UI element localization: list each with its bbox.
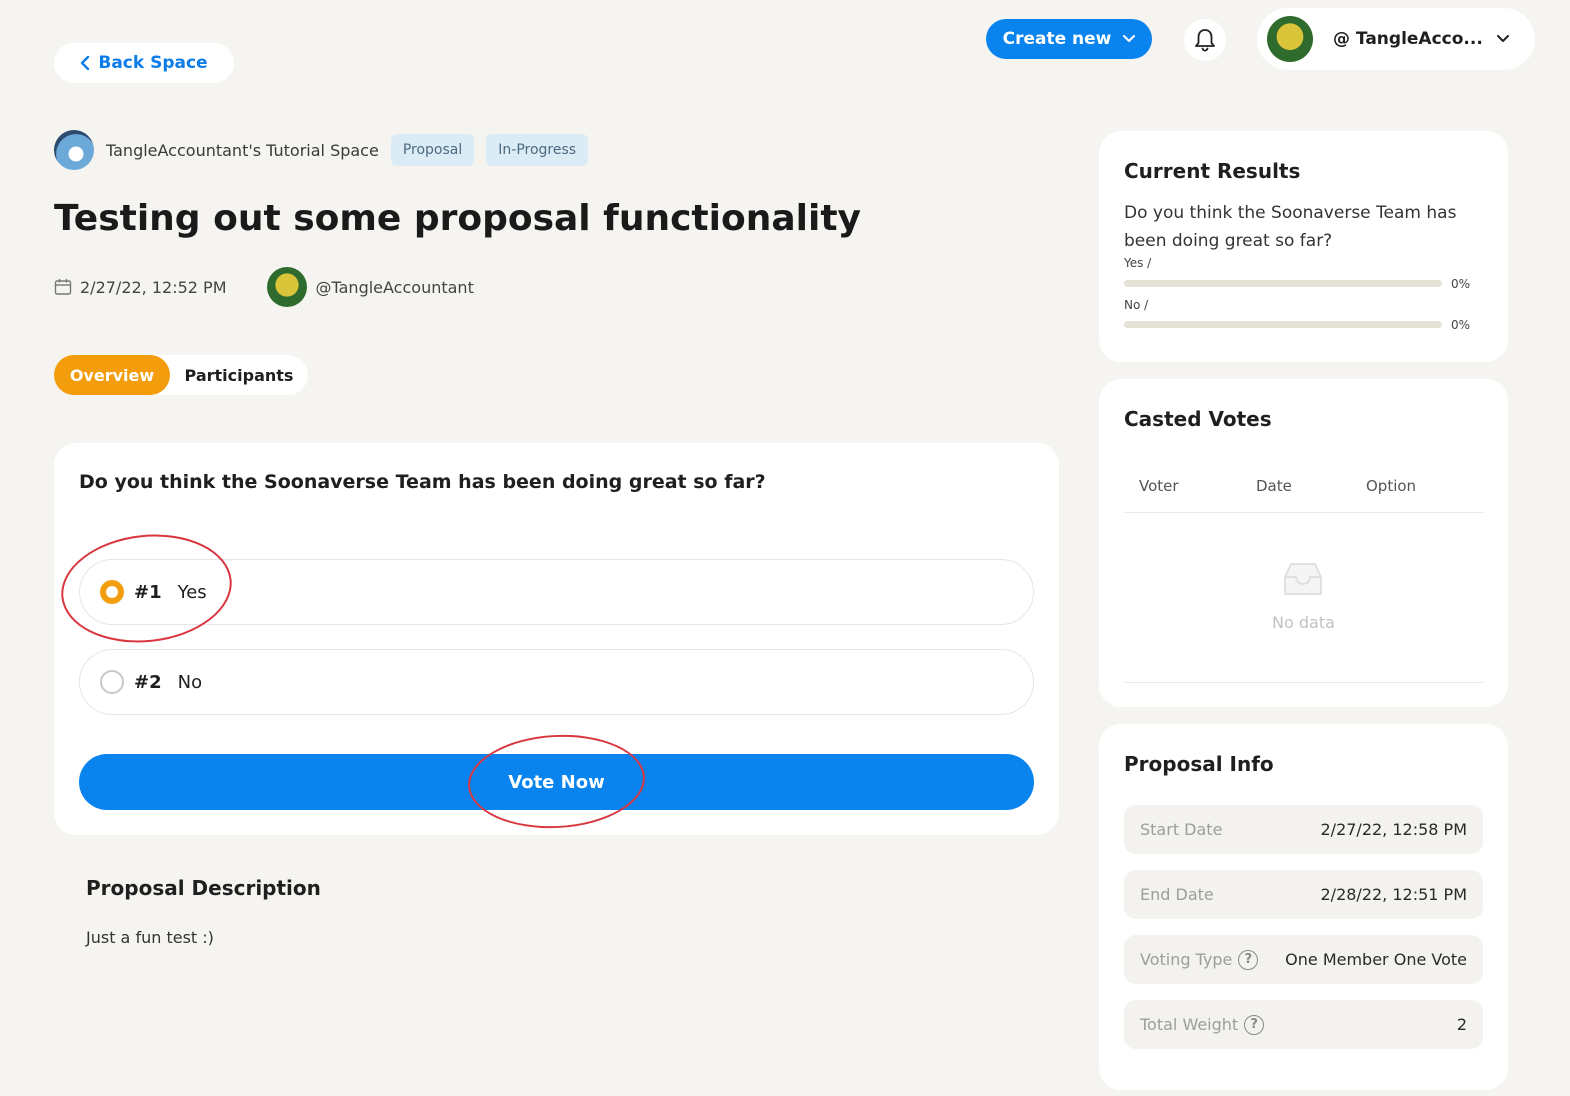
space-header: TangleAccountant's Tutorial Space Propos… (54, 130, 589, 170)
current-results-card: Current Results Do you think the Soonave… (1099, 131, 1508, 362)
author-link[interactable]: @TangleAccountant (316, 278, 474, 297)
table-header-divider (1124, 512, 1484, 513)
info-label-text: Start Date (1140, 820, 1223, 839)
user-avatar (1267, 16, 1313, 62)
tab-participants[interactable]: Participants (170, 355, 308, 395)
bell-icon (1195, 29, 1215, 52)
radio-selected[interactable] (100, 580, 124, 604)
radio-unselected[interactable] (100, 670, 124, 694)
notifications-button[interactable] (1184, 19, 1226, 61)
option-number: #2 (134, 671, 162, 693)
current-results-title: Current Results (1124, 159, 1301, 183)
proposal-tag: Proposal (390, 134, 475, 166)
space-name-link[interactable]: TangleAccountant's Tutorial Space (106, 141, 379, 160)
casted-votes-card: Casted Votes Voter Date Option No data (1099, 379, 1508, 707)
chevron-down-icon (1123, 35, 1136, 42)
account-name: @ TangleAcco... (1333, 29, 1483, 49)
vote-card: Do you think the Soonaverse Team has bee… (54, 443, 1059, 835)
info-value: 2/27/22, 12:58 PM (1320, 820, 1468, 839)
info-row-total-weight: Total Weight? 2 (1124, 1000, 1483, 1049)
results-question: Do you think the Soonaverse Team has bee… (1124, 203, 1457, 251)
column-header-option[interactable]: Option (1366, 477, 1416, 495)
option-number: #1 (134, 581, 162, 603)
description-heading: Proposal Description (86, 876, 321, 900)
option-label: No (177, 671, 203, 693)
calendar-icon (54, 279, 72, 295)
casted-votes-title: Casted Votes (1124, 407, 1272, 431)
tab-bar: Overview Participants (54, 355, 308, 395)
description-text: Just a fun test :) (86, 928, 214, 947)
info-label-text: Voting Type (1140, 950, 1233, 969)
vote-now-button[interactable]: Vote Now (79, 754, 1034, 810)
result-bar-yes (1124, 280, 1442, 287)
create-new-label: Create new (1002, 29, 1112, 49)
proposal-info-card: Proposal Info Start Date 2/27/22, 12:58 … (1099, 724, 1508, 1090)
back-space-button[interactable]: Back Space (54, 43, 234, 83)
create-new-button[interactable]: Create new (986, 19, 1152, 59)
info-value: 2/28/22, 12:51 PM (1320, 885, 1468, 904)
vote-option-yes[interactable]: #1 Yes (79, 559, 1034, 625)
vote-question: Do you think the Soonaverse Team has bee… (79, 471, 766, 493)
info-label-text: End Date (1140, 885, 1214, 904)
info-label: Voting Type? (1140, 949, 1259, 970)
table-bottom-divider (1124, 682, 1484, 683)
tab-overview[interactable]: Overview (54, 355, 170, 395)
result-label-yes: Yes / (1124, 256, 1152, 270)
info-label: End Date (1140, 885, 1214, 904)
no-data-text: No data (1272, 613, 1335, 632)
proposal-meta: 2/27/22, 12:52 PM @TangleAccountant (54, 266, 474, 308)
column-header-date[interactable]: Date (1256, 477, 1292, 495)
info-value: One Member One Vote (1285, 950, 1467, 969)
proposal-info-title: Proposal Info (1124, 752, 1274, 776)
result-bar-no (1124, 321, 1442, 328)
chevron-down-icon (1497, 35, 1509, 42)
result-label-no: No / (1124, 298, 1149, 312)
status-badge: In-Progress (486, 134, 589, 166)
chevron-left-icon (81, 56, 90, 70)
option-label: Yes (177, 581, 207, 603)
space-avatar[interactable] (54, 130, 94, 170)
info-row-voting-type: Voting Type? One Member One Vote (1124, 935, 1483, 984)
help-icon[interactable]: ? (1238, 949, 1259, 970)
empty-inbox-icon (1284, 563, 1322, 595)
info-label-text: Total Weight (1140, 1015, 1239, 1034)
back-space-label: Back Space (98, 53, 208, 73)
info-label: Total Weight? (1140, 1014, 1265, 1035)
help-icon[interactable]: ? (1244, 1014, 1265, 1035)
vote-option-no[interactable]: #2 No (79, 649, 1034, 715)
column-header-voter[interactable]: Voter (1139, 477, 1179, 495)
info-value: 2 (1456, 1015, 1467, 1034)
result-percent-no: 0% (1451, 318, 1471, 332)
proposal-date: 2/27/22, 12:52 PM (80, 277, 227, 297)
page-title: Testing out some proposal functionality (54, 198, 861, 239)
info-row-end-date: End Date 2/28/22, 12:51 PM (1124, 870, 1483, 919)
info-row-start-date: Start Date 2/27/22, 12:58 PM (1124, 805, 1483, 854)
info-label: Start Date (1140, 820, 1222, 839)
account-menu-button[interactable]: @ TangleAcco... (1257, 8, 1535, 70)
author-avatar[interactable] (266, 267, 307, 307)
result-percent-yes: 0% (1451, 277, 1471, 291)
